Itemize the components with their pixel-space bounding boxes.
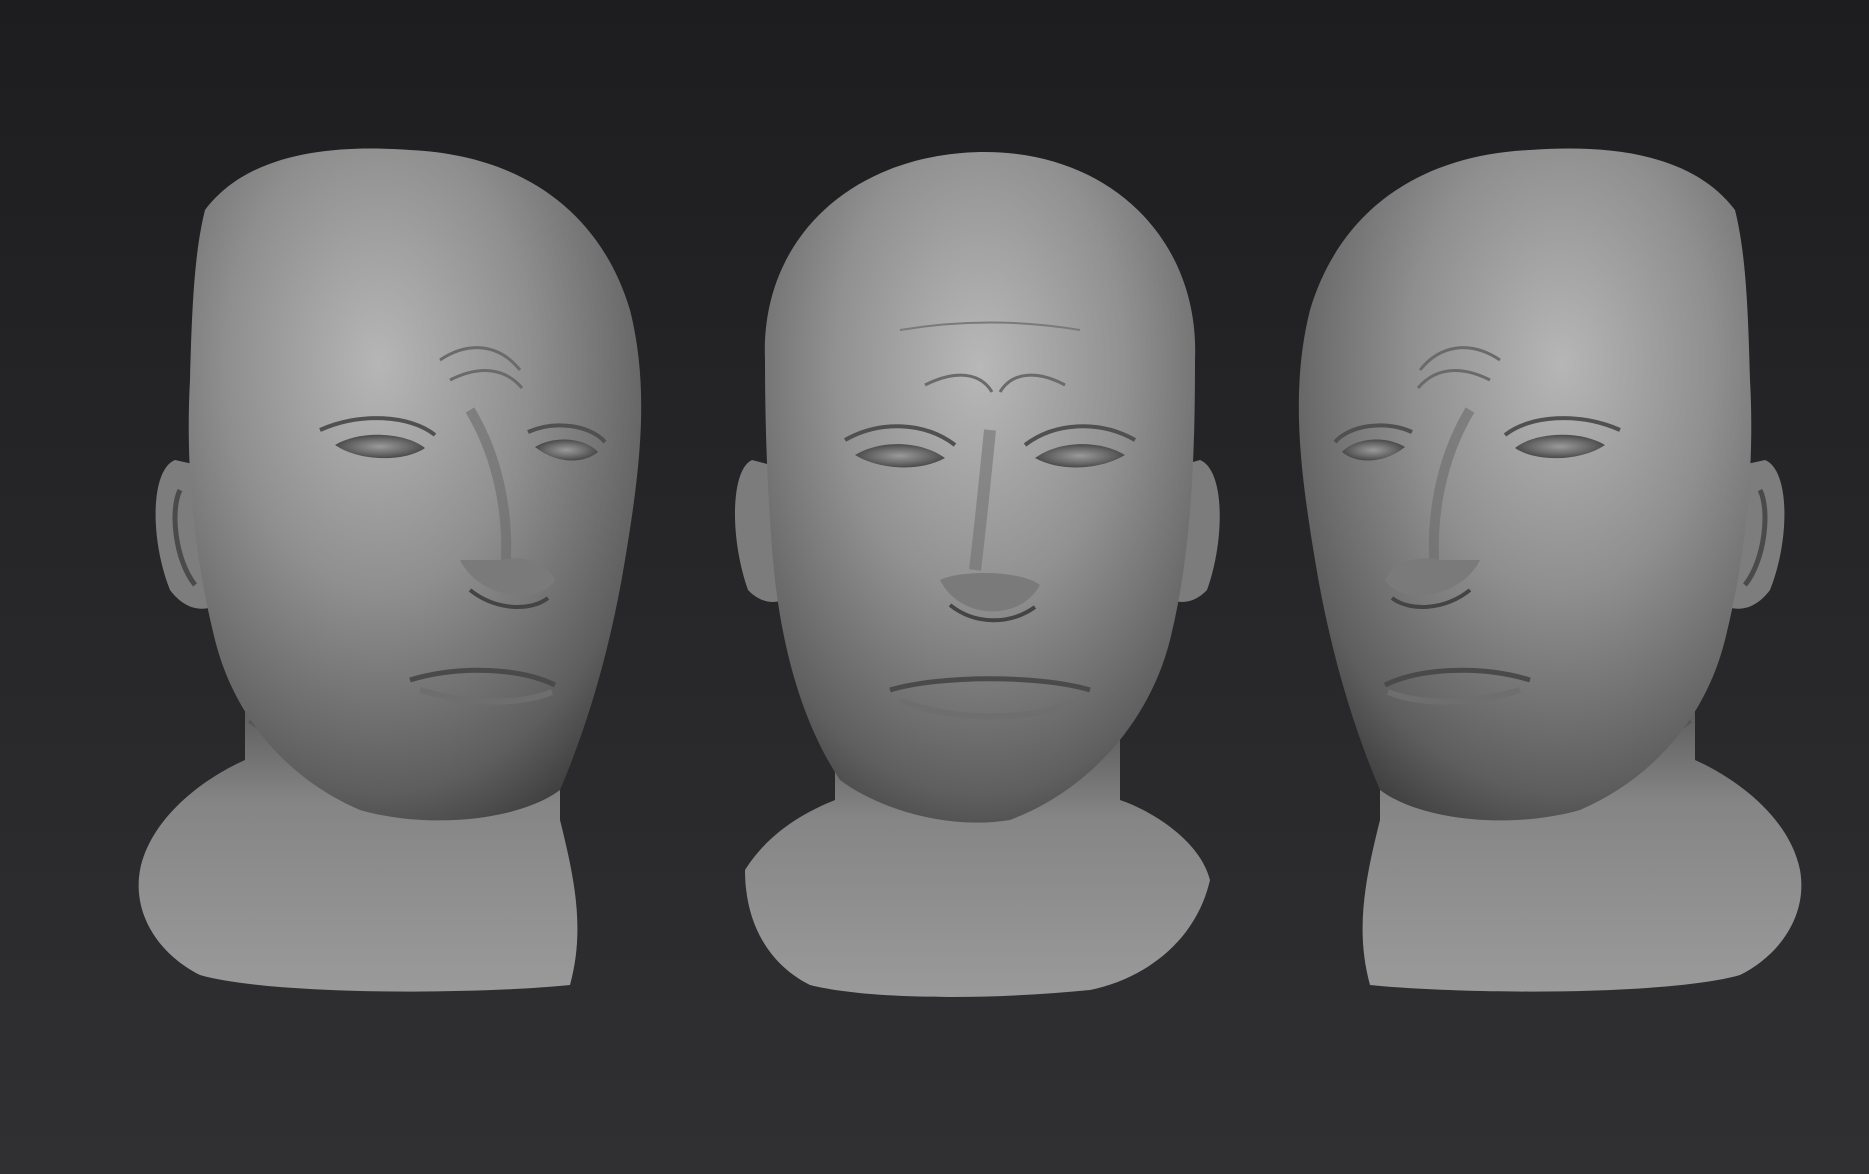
head-three-quarter-right bbox=[1298, 148, 1802, 992]
head-front bbox=[734, 151, 1220, 997]
sculpt-viewport[interactable] bbox=[0, 0, 1869, 1174]
head-renders bbox=[138, 148, 1802, 997]
head-three-quarter-left bbox=[138, 148, 642, 992]
